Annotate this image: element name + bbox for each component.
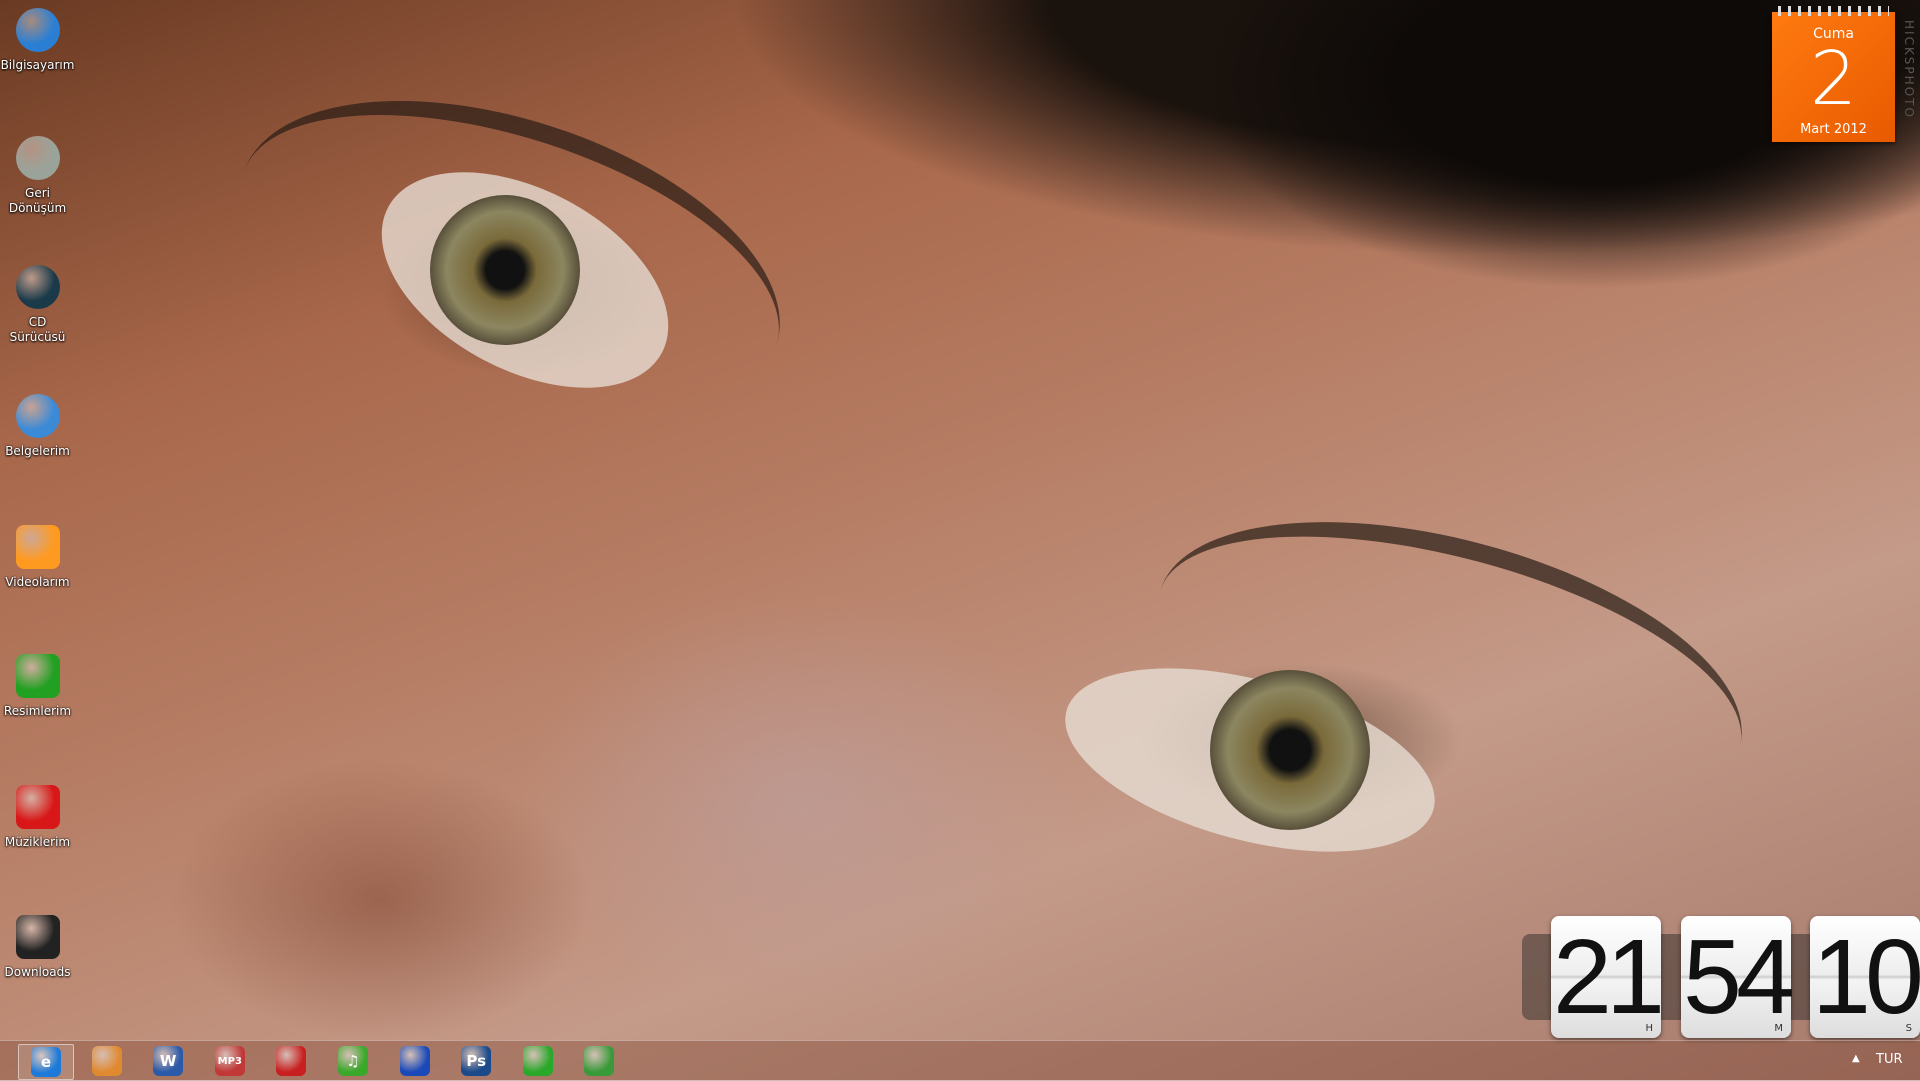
taskbar-internet-explorer-button[interactable]: e bbox=[18, 1044, 74, 1080]
clock-hours: 21 bbox=[1553, 918, 1665, 1036]
taskbar-google-earth-button[interactable] bbox=[388, 1044, 442, 1078]
desktop-icon-cd-drive[interactable]: CD Sürücüsü bbox=[0, 265, 75, 345]
taskbar-mp3-converter-button[interactable]: MP3 bbox=[203, 1044, 257, 1078]
taskbar-nero-button[interactable] bbox=[264, 1044, 318, 1078]
clock-seconds-unit: S bbox=[1905, 1023, 1912, 1034]
downloader-icon bbox=[522, 1046, 553, 1076]
language-indicator[interactable]: TUR bbox=[1876, 1052, 1903, 1067]
recycle-bin-icon bbox=[15, 136, 60, 180]
music-player-icon: ♫ bbox=[338, 1046, 368, 1076]
desktop-icon-ghost-mask[interactable]: Downloads bbox=[0, 915, 75, 980]
clock-hours-card: 21 H bbox=[1551, 916, 1665, 1038]
desktop-icon-fish[interactable]: Belgelerim bbox=[0, 394, 75, 459]
taskbar-msn-messenger-button[interactable] bbox=[80, 1044, 134, 1078]
folder-green-icon bbox=[15, 654, 60, 698]
folder-red-icon bbox=[15, 785, 60, 829]
clock-minutes: 54 bbox=[1683, 918, 1795, 1036]
taskbar-downloader-button[interactable] bbox=[511, 1044, 565, 1078]
taskbar-globe-app-button[interactable] bbox=[572, 1044, 626, 1078]
cd-drive-icon bbox=[15, 265, 60, 309]
calendar-day: 2 bbox=[1809, 36, 1858, 122]
msn-messenger-icon bbox=[91, 1046, 122, 1076]
desktop-icon-label: CD Sürücüsü bbox=[9, 315, 66, 344]
photoshop-icon: Ps bbox=[461, 1046, 492, 1076]
desktop-icon-label: Downloads bbox=[4, 965, 71, 979]
fish-icon bbox=[15, 394, 60, 438]
google-earth-icon bbox=[399, 1046, 430, 1076]
desktop-icon-computer[interactable]: Bilgisayarım bbox=[0, 8, 75, 73]
calendar-month-year: Mart 2012 bbox=[1800, 122, 1867, 137]
desktop-icon-label: Geri Dönüşüm bbox=[8, 186, 67, 215]
show-hidden-icons-button[interactable]: ▲ bbox=[1852, 1053, 1860, 1064]
ghost-mask-icon bbox=[15, 915, 60, 959]
folder-orange-icon bbox=[15, 525, 60, 569]
desktop-icon-folder-orange[interactable]: Videolarım bbox=[0, 525, 75, 590]
clock-hours-unit: H bbox=[1645, 1023, 1653, 1034]
internet-explorer-icon: e bbox=[31, 1047, 61, 1077]
word-icon: W bbox=[153, 1046, 184, 1076]
desktop-icon-label: Resimlerim bbox=[3, 704, 72, 718]
desktop-icon-label: Videolarım bbox=[5, 575, 70, 589]
computer-icon bbox=[15, 8, 60, 52]
clock-minutes-unit: M bbox=[1774, 1023, 1783, 1034]
desktop-icon-folder-green[interactable]: Resimlerim bbox=[0, 654, 75, 719]
taskbar-word-button[interactable]: W bbox=[141, 1044, 195, 1078]
watermark: HICKSPHOTO bbox=[1902, 20, 1916, 119]
desktop-icon-recycle-bin[interactable]: Geri Dönüşüm bbox=[0, 136, 75, 216]
mp3-converter-icon: MP3 bbox=[214, 1046, 245, 1076]
taskbar-photoshop-button[interactable]: Ps bbox=[449, 1044, 503, 1078]
taskbar: e W MP3 ♫ Ps ▲ TUR bbox=[0, 1040, 1920, 1081]
desktop-icon-label: Bilgisayarım bbox=[0, 58, 75, 72]
wallpaper-iris bbox=[430, 195, 580, 345]
desktop-icon-label: Müziklerim bbox=[4, 835, 71, 849]
desktop-icon-label: Belgelerim bbox=[5, 444, 70, 458]
nero-icon bbox=[276, 1046, 307, 1076]
taskbar-music-player-button[interactable]: ♫ bbox=[326, 1044, 380, 1078]
clock-seconds-card: 10 S bbox=[1810, 916, 1920, 1038]
calendar-rings bbox=[1778, 6, 1889, 16]
clock-seconds: 10 bbox=[1812, 918, 1920, 1036]
calendar-gadget[interactable]: Cuma 2 Mart 2012 bbox=[1772, 6, 1895, 142]
clock-minutes-card: 54 M bbox=[1681, 916, 1795, 1038]
globe-app-icon bbox=[584, 1046, 615, 1076]
desktop-icon-folder-red[interactable]: Müziklerim bbox=[0, 785, 75, 850]
wallpaper-iris bbox=[1210, 670, 1370, 830]
